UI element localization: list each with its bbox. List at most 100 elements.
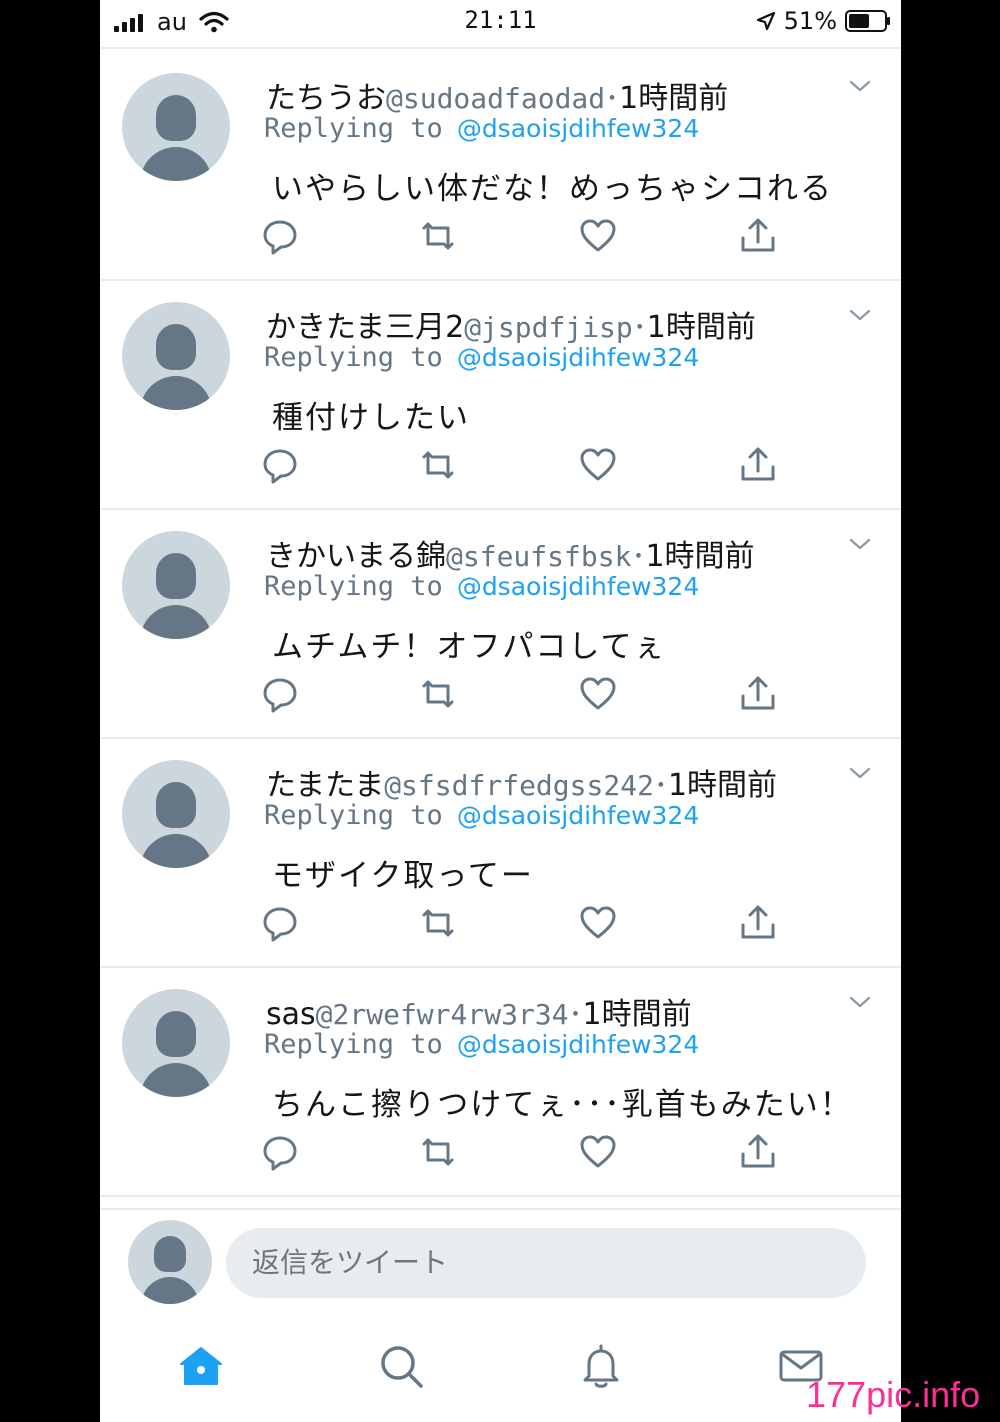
- avatar[interactable]: [122, 989, 230, 1097]
- share-icon[interactable]: [738, 1132, 778, 1172]
- separator-dot: ･: [631, 540, 646, 573]
- tweet-time: 1時間前: [619, 81, 729, 116]
- author-handle[interactable]: @sfsdfrfedgss242: [384, 769, 654, 802]
- separator-dot: ･: [653, 769, 668, 802]
- tweet-text: 種付けしたい: [272, 400, 470, 436]
- replying-to: Replying to @dsaoisjdihfew324: [264, 113, 699, 144]
- bell-icon[interactable]: [577, 1342, 625, 1390]
- author-name[interactable]: かきたま三月2: [266, 310, 464, 345]
- search-icon[interactable]: [377, 1342, 425, 1390]
- reply-icon[interactable]: [260, 903, 300, 943]
- tweet-time: 1時間前: [645, 539, 755, 574]
- like-icon[interactable]: [578, 1132, 618, 1172]
- chevron-down-icon[interactable]: [849, 533, 871, 555]
- tweet-text: いやらしい体だな！めっちゃシコれる: [272, 171, 833, 207]
- tweet-text: ムチムチ！オフパコしてぇ: [272, 629, 667, 665]
- tweet-actions: [100, 1132, 901, 1178]
- author-name[interactable]: たちうお: [266, 81, 386, 116]
- reply-mention-link[interactable]: @dsaoisjdihfew324: [457, 114, 699, 143]
- reply-icon[interactable]: [260, 216, 300, 256]
- author-name[interactable]: sas: [266, 997, 316, 1032]
- avatar[interactable]: [122, 760, 230, 868]
- tweet[interactable]: かきたま三月2@jspdfjisp･1時間前 Replying to @dsaoi…: [100, 280, 901, 510]
- reply-mention-link[interactable]: @dsaoisjdihfew324: [457, 572, 699, 601]
- tweet-time: 1時間前: [667, 768, 778, 803]
- replying-to-label: Replying to: [264, 571, 443, 602]
- author-handle[interactable]: @2rwefwr4rw3r34: [316, 998, 569, 1031]
- replying-to: Replying to @dsaoisjdihfew324: [264, 1029, 699, 1060]
- chevron-down-icon[interactable]: [849, 75, 871, 97]
- tweet-header: たちうお@sudoadfaodad･1時間前: [266, 73, 728, 117]
- chevron-down-icon[interactable]: [849, 304, 871, 326]
- replying-to: Replying to @dsaoisjdihfew324: [264, 800, 699, 831]
- bottom-tab-bar: [100, 1330, 901, 1422]
- battery-icon: [845, 10, 890, 32]
- tweet-time: 1時間前: [582, 997, 692, 1032]
- separator-dot: ･: [632, 311, 647, 344]
- replying-to-label: Replying to: [264, 342, 443, 373]
- tweet[interactable]: たちうお@sudoadfaodad･1時間前 Replying to @dsaoi…: [100, 51, 901, 281]
- reply-tweet-input[interactable]: [226, 1228, 866, 1298]
- tweet-actions: [100, 674, 901, 720]
- avatar: [128, 1220, 212, 1304]
- like-icon[interactable]: [578, 674, 618, 714]
- avatar[interactable]: [122, 73, 230, 181]
- reply-mention-link[interactable]: @dsaoisjdihfew324: [457, 1030, 699, 1059]
- author-handle[interactable]: @sudoadfaodad: [386, 82, 605, 115]
- reply-mention-link[interactable]: @dsaoisjdihfew324: [457, 343, 699, 372]
- location-icon: [756, 11, 775, 31]
- replying-to: Replying to @dsaoisjdihfew324: [264, 342, 699, 373]
- share-icon[interactable]: [738, 216, 778, 256]
- tweet-header: たまたま@sfsdfrfedgss242･1時間前: [266, 760, 777, 804]
- retweet-icon[interactable]: [418, 903, 458, 943]
- tweet[interactable]: たまたま@sfsdfrfedgss242･1時間前 Replying to @ds…: [100, 738, 901, 968]
- tweet-header: sas@2rwefwr4rw3r34･1時間前: [266, 989, 692, 1033]
- tweet[interactable]: sas@2rwefwr4rw3r34･1時間前 Replying to @dsao…: [100, 967, 901, 1197]
- tweet-actions: [100, 445, 901, 491]
- watermark-text: 177pic.info: [806, 1374, 981, 1415]
- share-icon[interactable]: [738, 445, 778, 485]
- home-icon[interactable]: [177, 1342, 225, 1390]
- replying-to: Replying to @dsaoisjdihfew324: [264, 571, 699, 602]
- status-right: 51%: [756, 7, 890, 35]
- chevron-down-icon[interactable]: [849, 991, 871, 1013]
- like-icon[interactable]: [578, 903, 618, 943]
- separator-dot: ･: [568, 998, 583, 1031]
- reply-composer: [100, 1208, 901, 1320]
- share-icon[interactable]: [738, 903, 778, 943]
- share-icon[interactable]: [738, 674, 778, 714]
- retweet-icon[interactable]: [418, 1132, 458, 1172]
- replying-to-label: Replying to: [264, 1029, 443, 1060]
- author-handle[interactable]: @sfeufsfbsk: [446, 540, 631, 573]
- like-icon[interactable]: [578, 445, 618, 485]
- tweet-time: 1時間前: [646, 310, 756, 345]
- replying-to-label: Replying to: [264, 113, 443, 144]
- avatar[interactable]: [122, 302, 230, 410]
- reply-icon[interactable]: [260, 445, 300, 485]
- tweet-actions: [100, 903, 901, 949]
- author-handle[interactable]: @jspdfjisp: [464, 311, 633, 344]
- avatar[interactable]: [122, 531, 230, 639]
- retweet-icon[interactable]: [418, 674, 458, 714]
- reply-icon[interactable]: [260, 1132, 300, 1172]
- separator-dot: ･: [605, 82, 620, 115]
- retweet-icon[interactable]: [418, 445, 458, 485]
- divider: [100, 47, 901, 49]
- author-name[interactable]: きかいまる錦: [266, 539, 446, 574]
- status-bar: au 21:11 51%: [100, 0, 901, 44]
- reply-mention-link[interactable]: @dsaoisjdihfew324: [457, 801, 699, 830]
- phone-screen: au 21:11 51% たちうお@sudoadfaodad･1時間前 Repl…: [100, 0, 901, 1422]
- tweet-header: きかいまる錦@sfeufsfbsk･1時間前: [266, 531, 755, 575]
- tweet-header: かきたま三月2@jspdfjisp･1時間前: [266, 302, 756, 346]
- tweet[interactable]: きかいまる錦@sfeufsfbsk･1時間前 Replying to @dsaoi…: [100, 509, 901, 739]
- replying-to-label: Replying to: [264, 800, 443, 831]
- chevron-down-icon[interactable]: [849, 762, 871, 784]
- tweet-actions: [100, 216, 901, 262]
- author-name[interactable]: たまたま: [266, 768, 384, 803]
- tweet-text: モザイク取ってー: [272, 858, 534, 894]
- tweet-text: ちんこ擦りつけてぇ･･･乳首もみたい！: [272, 1087, 853, 1123]
- reply-icon[interactable]: [260, 674, 300, 714]
- retweet-icon[interactable]: [418, 216, 458, 256]
- like-icon[interactable]: [578, 216, 618, 256]
- battery-percent: 51%: [783, 7, 837, 35]
